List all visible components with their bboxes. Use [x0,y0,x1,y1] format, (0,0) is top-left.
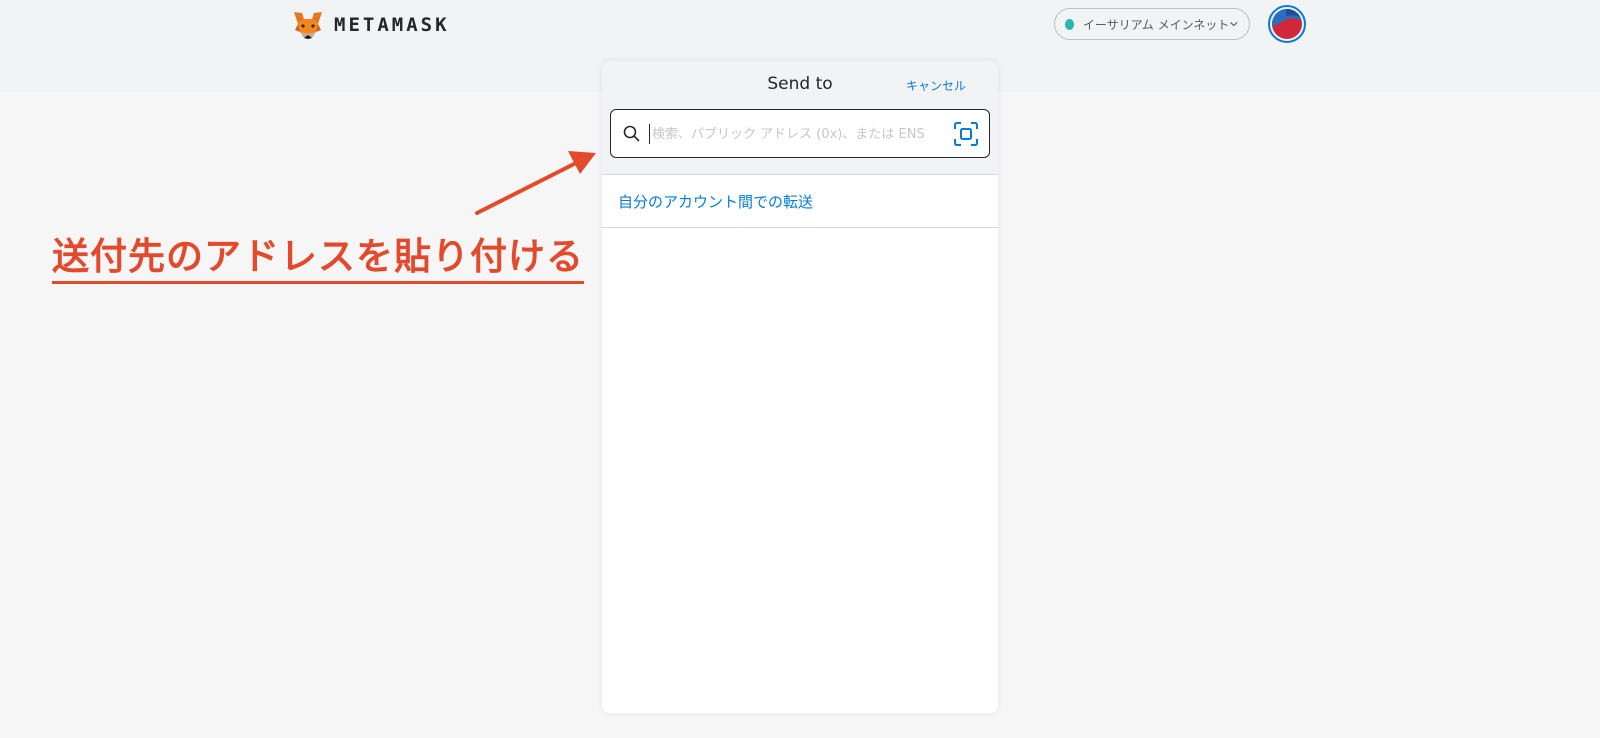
brand-wordmark: METAMASK [334,14,450,36]
network-status-dot [1065,18,1074,30]
chevron-down-icon [1230,21,1238,27]
transfer-between-accounts-link[interactable]: 自分のアカウント間での転送 [602,175,998,227]
cancel-button[interactable]: キャンセル [906,77,966,94]
recipient-search-box[interactable] [610,109,990,158]
panel-header: Send to キャンセル [602,61,998,109]
divider [602,227,998,228]
network-label: イーサリアム メインネット [1082,17,1230,32]
search-icon [623,125,640,142]
annotation-label: 送付先のアドレスを貼り付ける [52,226,584,284]
avatar-identicon [1272,9,1302,39]
network-selector[interactable]: イーサリアム メインネット [1054,8,1250,40]
metamask-logo[interactable]: METAMASK [292,10,450,40]
account-avatar[interactable] [1268,5,1306,43]
recipient-address-input[interactable] [649,124,942,144]
qr-scan-icon[interactable] [953,121,979,147]
search-wrapper [602,109,998,174]
send-to-panel: Send to キャンセル 自分のアカウント間での転送 [602,61,998,713]
fox-logo-icon [294,12,322,39]
